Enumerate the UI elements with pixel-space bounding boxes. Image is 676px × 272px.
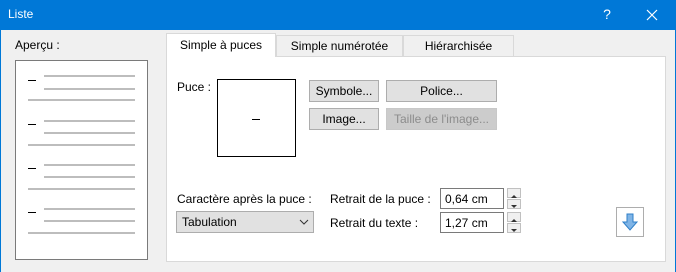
preview-line — [44, 120, 135, 122]
preview-label: Aperçu : — [15, 38, 60, 52]
after-bullet-value: Tabulation — [182, 215, 237, 229]
chevron-down-icon — [299, 219, 309, 225]
after-bullet-select[interactable]: Tabulation — [176, 211, 314, 233]
after-bullet-label: Caractère après la puce : — [177, 192, 312, 206]
arrow-down-icon — [621, 213, 639, 231]
close-icon — [646, 9, 658, 21]
font-button[interactable]: Police... — [386, 80, 497, 102]
triangle-down-icon — [511, 229, 517, 232]
preview-line — [28, 99, 135, 101]
preview-line — [44, 88, 135, 90]
window-border-left — [0, 30, 1, 272]
bullet-preview — [217, 79, 296, 157]
image-size-button[interactable]: Taille de l'image... — [386, 108, 497, 130]
preview-line — [28, 188, 135, 190]
preview-line — [44, 220, 135, 222]
text-indent-input[interactable]: 1,27 cm — [440, 212, 504, 233]
bullet-label: Puce : — [177, 80, 212, 94]
text-indent-value: 1,27 cm — [445, 216, 488, 230]
spin-down-button[interactable] — [507, 199, 521, 209]
image-button[interactable]: Image... — [309, 108, 379, 130]
preview-line — [28, 232, 135, 234]
preview-line — [44, 132, 135, 134]
title-bar: Liste ? — [0, 0, 676, 30]
preview-bullet — [28, 124, 36, 125]
tab-simple-numbered[interactable]: Simple numérotée — [276, 35, 403, 56]
close-button[interactable] — [640, 3, 664, 27]
window-title: Liste — [8, 7, 34, 21]
spin-up-button[interactable] — [507, 188, 521, 198]
spin-up-button[interactable] — [507, 212, 521, 222]
preview-line — [44, 176, 135, 178]
bullet-indent-label: Retrait de la puce : — [330, 192, 431, 206]
preview-bullet — [28, 212, 36, 213]
tab-simple-bullets[interactable]: Simple à puces — [166, 33, 276, 57]
preview-line — [28, 144, 135, 146]
symbol-button[interactable]: Symbole... — [309, 80, 379, 102]
preview-line — [44, 208, 135, 210]
preview-bullet — [28, 168, 36, 169]
bullet-indent-value: 0,64 cm — [445, 192, 488, 206]
spin-down-button[interactable] — [507, 223, 521, 233]
text-indent-spinner[interactable] — [507, 212, 521, 233]
triangle-down-icon — [511, 205, 517, 208]
help-button[interactable]: ? — [598, 6, 616, 24]
bullet-symbol — [252, 119, 260, 120]
move-down-button[interactable] — [616, 207, 644, 237]
bullet-indent-input[interactable]: 0,64 cm — [440, 188, 504, 209]
tab-hierarchical[interactable]: Hiérarchisée — [403, 35, 514, 56]
text-indent-label: Retrait du texte : — [330, 216, 419, 230]
preview-box — [15, 60, 148, 260]
preview-line — [44, 164, 135, 166]
preview-line — [44, 75, 135, 77]
preview-bullet — [28, 80, 36, 81]
bullet-indent-spinner[interactable] — [507, 188, 521, 209]
